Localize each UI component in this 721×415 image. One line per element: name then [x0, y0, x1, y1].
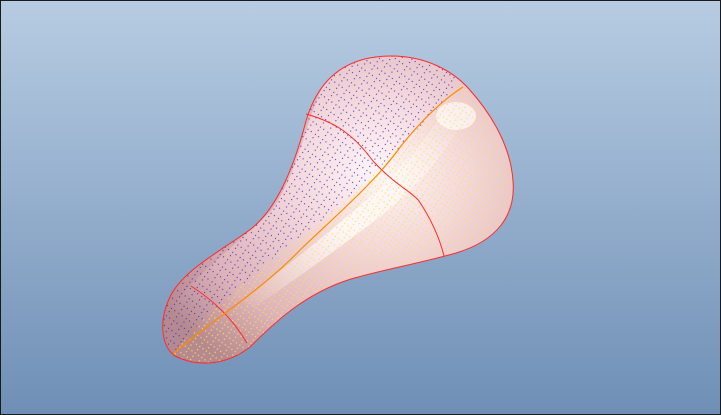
3d-viewport[interactable] [0, 0, 721, 415]
model-canvas[interactable] [1, 1, 720, 414]
